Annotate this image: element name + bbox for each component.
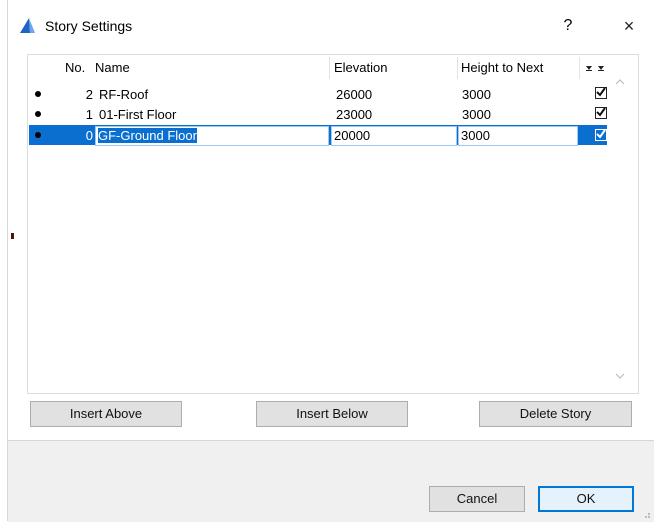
edge-marker bbox=[11, 233, 14, 239]
story-row-selected[interactable]: 0 GF-Ground Floor 20000 3000 bbox=[29, 125, 607, 146]
story-number: 1 bbox=[85, 107, 93, 122]
story-row[interactable]: 2 RF-Roof 26000 3000 bbox=[29, 84, 607, 104]
story-visible-checkbox[interactable] bbox=[595, 107, 607, 119]
story-elevation-field[interactable]: 20000 bbox=[331, 126, 457, 146]
scroll-down-arrow-icon[interactable] bbox=[612, 371, 628, 387]
show-stories-header-icon[interactable] bbox=[585, 61, 607, 71]
close-button[interactable]: × bbox=[615, 14, 643, 38]
story-settings-dialog: Story Settings ? × No. Name Elevation He… bbox=[0, 0, 654, 522]
ok-button[interactable]: OK bbox=[538, 486, 634, 512]
story-bullet-icon bbox=[35, 111, 41, 117]
insert-below-button[interactable]: Insert Below bbox=[256, 401, 408, 427]
story-number: 2 bbox=[85, 87, 93, 102]
column-header-height-to-next[interactable]: Height to Next bbox=[461, 60, 543, 75]
scroll-up-arrow-icon[interactable] bbox=[612, 77, 628, 93]
help-button[interactable]: ? bbox=[558, 14, 578, 38]
story-height-to-next[interactable]: 3000 bbox=[462, 87, 491, 102]
story-number: 0 bbox=[85, 128, 93, 143]
dialog-title: Story Settings bbox=[45, 18, 133, 34]
archicad-app-icon bbox=[18, 16, 37, 35]
story-list: No. Name Elevation Height to Next 2 RF-R… bbox=[27, 54, 639, 394]
delete-story-button[interactable]: Delete Story bbox=[479, 401, 632, 427]
story-name-field[interactable]: GF-Ground Floor bbox=[95, 126, 329, 146]
story-elevation[interactable]: 23000 bbox=[336, 107, 372, 122]
story-bullet-icon bbox=[35, 91, 41, 97]
story-visible-checkbox[interactable] bbox=[595, 129, 607, 141]
column-header-elevation[interactable]: Elevation bbox=[334, 60, 387, 75]
column-header-no[interactable]: No. bbox=[65, 60, 85, 75]
story-name-value: GF-Ground Floor bbox=[98, 128, 197, 143]
dialog-footer: Cancel OK bbox=[8, 440, 654, 522]
story-elevation-value: 20000 bbox=[334, 128, 371, 143]
column-header-name[interactable]: Name bbox=[95, 60, 130, 75]
insert-above-button[interactable]: Insert Above bbox=[30, 401, 182, 427]
resize-grip-icon[interactable] bbox=[643, 511, 651, 519]
story-visible-checkbox[interactable] bbox=[595, 87, 607, 99]
story-height-to-next-value: 3000 bbox=[461, 128, 490, 143]
column-divider[interactable] bbox=[329, 57, 330, 79]
story-bullet-icon bbox=[35, 132, 41, 138]
story-name[interactable]: RF-Roof bbox=[99, 87, 148, 102]
story-height-to-next[interactable]: 3000 bbox=[462, 107, 491, 122]
column-divider[interactable] bbox=[457, 57, 458, 79]
column-divider[interactable] bbox=[579, 57, 580, 79]
story-row[interactable]: 1 01-First Floor 23000 3000 bbox=[29, 104, 607, 124]
story-height-to-next-field[interactable]: 3000 bbox=[458, 126, 578, 146]
story-elevation[interactable]: 26000 bbox=[336, 87, 372, 102]
cancel-button[interactable]: Cancel bbox=[429, 486, 525, 512]
story-name[interactable]: 01-First Floor bbox=[99, 107, 176, 122]
